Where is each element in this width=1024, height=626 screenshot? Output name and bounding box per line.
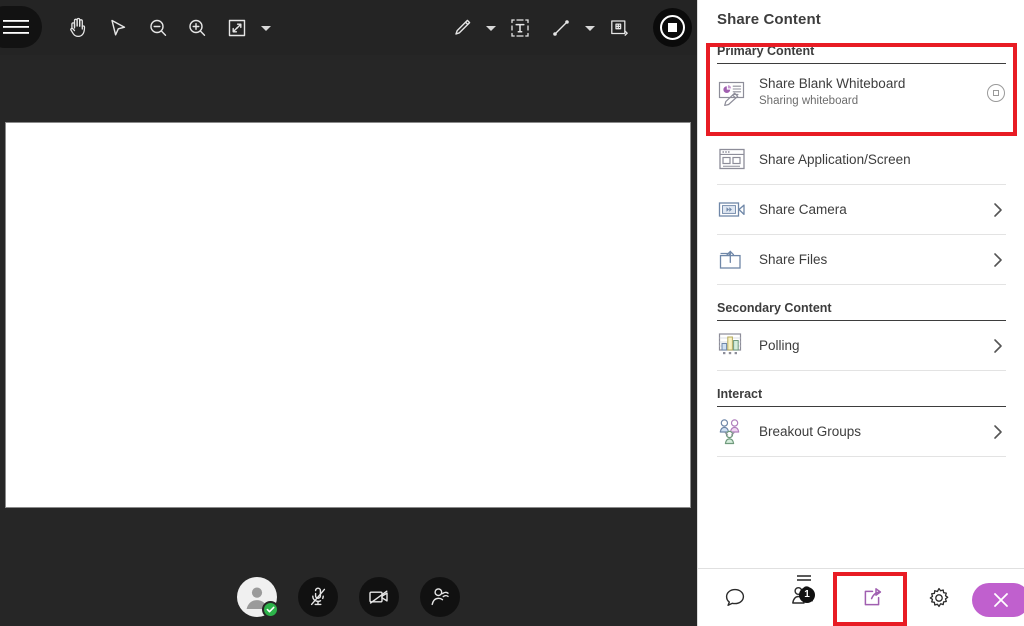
stamp-tool[interactable]	[604, 13, 634, 43]
chevron-down-icon	[585, 25, 595, 31]
stop-sharing-button[interactable]	[987, 83, 1005, 102]
stop-recording-button[interactable]	[653, 8, 692, 47]
pan-hand-tool[interactable]	[63, 13, 93, 43]
microphone-muted-icon	[310, 587, 326, 606]
image-stamp-icon	[611, 20, 628, 37]
chevron-down-icon	[486, 25, 496, 31]
chevron-right-icon	[990, 424, 1006, 440]
screen-share-icon	[717, 143, 755, 177]
hamburger-menu-icon	[3, 20, 29, 34]
close-panel-button[interactable]	[972, 583, 1024, 617]
chevron-right-icon	[990, 252, 1006, 268]
share-option-label: Share Files	[759, 251, 828, 267]
chevron-down-icon	[261, 25, 271, 31]
magnifier-minus-icon	[150, 19, 167, 36]
line-icon	[553, 20, 569, 36]
speech-bubble-icon	[725, 588, 745, 606]
camera-toggle[interactable]	[359, 577, 399, 617]
hamburger-menu-button[interactable]	[0, 6, 42, 48]
pen-options-caret[interactable]	[484, 21, 498, 35]
hand-icon	[70, 17, 86, 38]
whiteboard-canvas[interactable]	[5, 122, 691, 508]
raise-hand-button[interactable]	[420, 577, 460, 617]
line-tool[interactable]	[546, 13, 576, 43]
panel-title: Share Content	[717, 11, 821, 28]
share-option-text: Share Files	[755, 251, 990, 269]
share-option-text: Share Application/Screen	[755, 151, 1006, 169]
people-groups-icon	[717, 415, 755, 449]
share-option-blank-whiteboard[interactable]: Share Blank Whiteboard Sharing whiteboar…	[717, 64, 1006, 121]
zoom-in-tool[interactable]	[182, 13, 212, 43]
meeting-controls	[0, 568, 697, 626]
line-options-caret[interactable]	[583, 21, 597, 35]
folder-upload-icon	[717, 243, 755, 277]
chevron-right-icon	[990, 202, 1006, 218]
section-heading-primary: Primary Content	[717, 44, 1006, 64]
whiteboard-toolbar	[0, 0, 697, 55]
share-option-label: Breakout Groups	[759, 423, 862, 439]
share-option-text: Share Camera	[755, 201, 990, 219]
pointer-tool[interactable]	[103, 13, 133, 43]
application-window: Share Content Primary Content Share Blan…	[0, 0, 1024, 626]
share-option-breakout-groups[interactable]: Breakout Groups	[717, 407, 1006, 457]
stop-square-icon	[993, 89, 999, 96]
zoom-out-tool[interactable]	[143, 13, 173, 43]
share-option-camera[interactable]: Share Camera	[717, 185, 1006, 235]
participants-button[interactable]: 1	[774, 569, 834, 626]
chevron-right-icon	[990, 338, 1006, 354]
share-option-label: Share Application/Screen	[759, 151, 911, 167]
panel-bottom-bar: 1	[698, 568, 1024, 626]
expand-arrows-icon	[228, 19, 246, 37]
share-option-sublabel: Sharing whiteboard	[759, 94, 859, 107]
magnifier-plus-icon	[189, 19, 206, 36]
section-heading-secondary: Secondary Content	[717, 301, 1006, 321]
share-option-label: Share Blank Whiteboard	[759, 75, 906, 91]
share-option-polling[interactable]: Polling	[717, 321, 1006, 371]
share-content-button[interactable]	[844, 569, 902, 626]
microphone-toggle[interactable]	[298, 577, 338, 617]
share-option-text: Share Blank Whiteboard Sharing whiteboar…	[755, 76, 987, 109]
share-option-label: Share Camera	[759, 201, 847, 217]
view-options-caret[interactable]	[259, 21, 273, 35]
share-option-text: Polling	[755, 337, 990, 355]
text-tool[interactable]	[505, 13, 535, 43]
settings-button[interactable]	[910, 569, 968, 626]
camera-off-icon	[369, 590, 388, 604]
video-camera-icon	[717, 193, 755, 227]
self-avatar[interactable]	[237, 577, 279, 618]
fit-to-screen-tool[interactable]	[222, 13, 252, 43]
cursor-arrow-icon	[111, 19, 126, 36]
participants-count-badge: 1	[799, 586, 815, 603]
pen-tool[interactable]	[447, 13, 477, 43]
stop-square-icon	[660, 15, 685, 40]
share-option-files[interactable]: Share Files	[717, 235, 1006, 285]
raise-hand-icon	[431, 588, 449, 606]
section-heading-interact: Interact	[717, 387, 1006, 407]
text-box-icon	[511, 19, 529, 37]
chat-button[interactable]	[706, 569, 764, 626]
pencil-icon	[455, 19, 471, 35]
share-options-list: Primary Content Share Blank Whiteboard S…	[698, 44, 1024, 564]
share-option-label: Polling	[759, 337, 800, 353]
share-option-application-screen[interactable]: Share Application/Screen	[717, 135, 1006, 185]
bar-chart-icon	[717, 329, 755, 363]
close-x-icon	[994, 593, 1008, 607]
meeting-stage	[0, 0, 697, 626]
whiteboard-pencil-icon	[717, 76, 755, 110]
share-content-panel: Share Content Primary Content Share Blan…	[697, 0, 1024, 626]
share-arrow-icon	[864, 588, 882, 606]
gear-icon	[929, 587, 949, 608]
ready-check-icon	[262, 601, 279, 618]
share-option-text: Breakout Groups	[755, 423, 990, 441]
